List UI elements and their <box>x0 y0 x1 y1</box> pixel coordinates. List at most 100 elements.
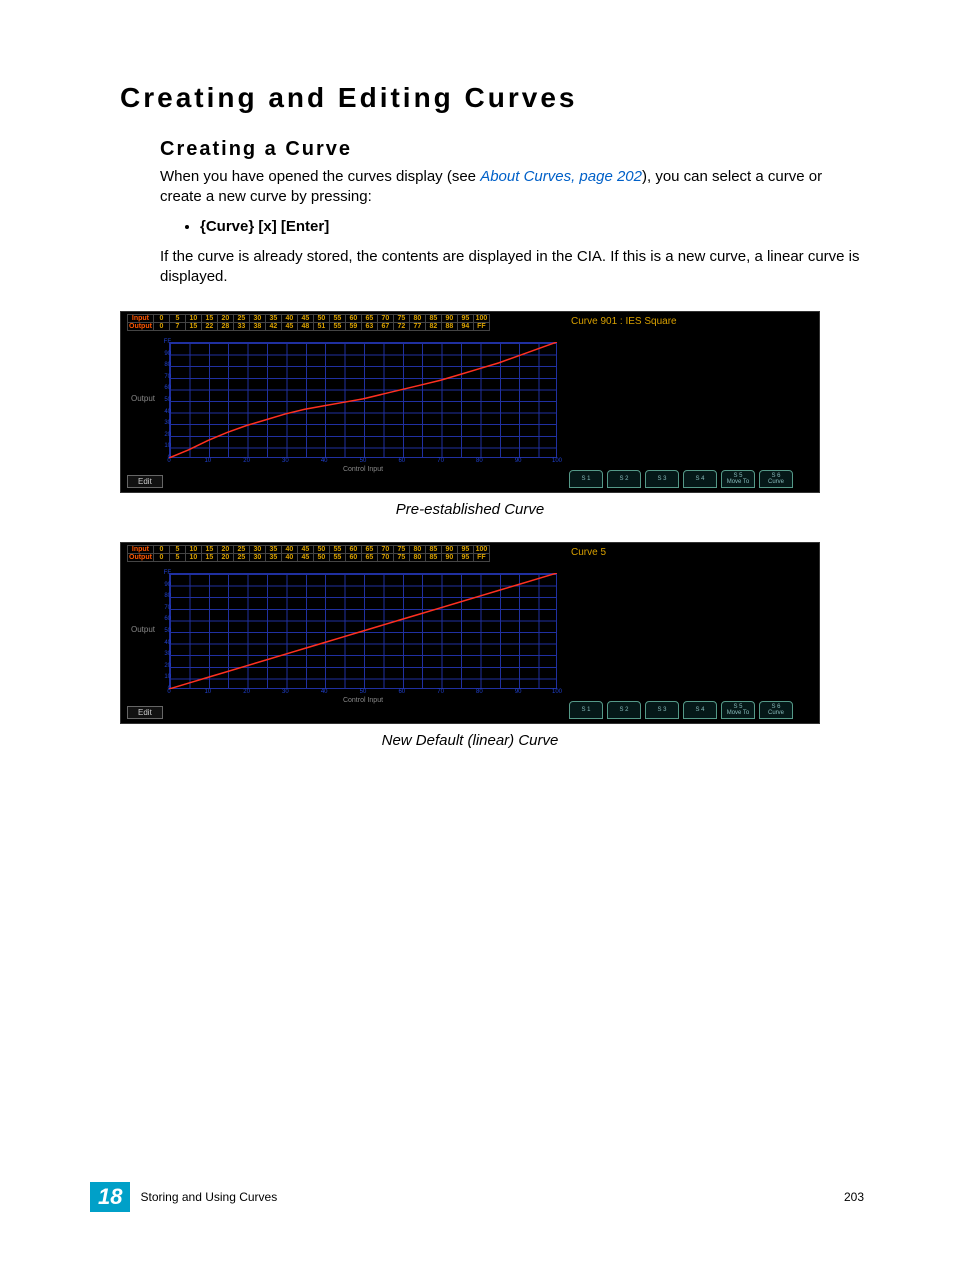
io-cell: 30 <box>249 315 265 323</box>
io-cell: 10 <box>185 546 201 554</box>
softkey[interactable]: S 6Curve <box>759 470 793 488</box>
io-cell: 7 <box>169 323 185 331</box>
io-cell: 30 <box>249 546 265 554</box>
io-cell: 0 <box>153 323 169 331</box>
io-cell: 88 <box>441 323 457 331</box>
io-cell: 90 <box>441 554 457 562</box>
figure-linear-curve: Input05101520253035404550556065707580859… <box>120 542 820 724</box>
row-output-label: Output <box>128 323 154 331</box>
edit-button[interactable]: Edit <box>127 706 163 719</box>
io-cell: 22 <box>201 323 217 331</box>
io-cell: 90 <box>441 546 457 554</box>
y-axis: FF9080706050403020100 <box>161 342 171 458</box>
curve-grid <box>169 573 557 689</box>
io-cell: 80 <box>409 315 425 323</box>
io-cell: 95 <box>457 546 473 554</box>
section-title: Creating a Curve <box>160 138 864 161</box>
io-table: Input05101520253035404550556065707580859… <box>127 314 490 331</box>
io-cell: 45 <box>297 546 313 554</box>
row-input-label: Input <box>128 546 154 554</box>
curve-grid <box>169 342 557 458</box>
io-cell: 55 <box>329 323 345 331</box>
io-cell: 95 <box>457 554 473 562</box>
io-cell: 50 <box>313 546 329 554</box>
io-cell: 35 <box>265 546 281 554</box>
io-cell: 94 <box>457 323 473 331</box>
io-cell: 15 <box>185 323 201 331</box>
io-cell: 20 <box>217 554 233 562</box>
command-bullet: {Curve} [x] [Enter] <box>200 218 864 235</box>
row-output-label: Output <box>128 554 154 562</box>
io-cell: 75 <box>393 554 409 562</box>
io-cell: 85 <box>425 554 441 562</box>
io-cell: FF <box>473 323 489 331</box>
io-cell: 25 <box>233 554 249 562</box>
io-cell: 5 <box>169 315 185 323</box>
io-cell: 25 <box>233 546 249 554</box>
io-cell: 90 <box>441 315 457 323</box>
io-cell: 70 <box>377 546 393 554</box>
io-cell: 15 <box>201 546 217 554</box>
io-cell: 10 <box>185 315 201 323</box>
io-cell: 70 <box>377 554 393 562</box>
io-cell: 65 <box>361 546 377 554</box>
io-cell: 5 <box>169 546 185 554</box>
about-curves-link[interactable]: About Curves, page 202 <box>480 168 642 185</box>
softkey[interactable]: S 2 <box>607 470 641 488</box>
softkey[interactable]: S 4 <box>683 470 717 488</box>
io-cell: 35 <box>265 554 281 562</box>
io-cell: 70 <box>377 315 393 323</box>
io-cell: 67 <box>377 323 393 331</box>
io-cell: 38 <box>249 323 265 331</box>
y-axis: FF9080706050403020100 <box>161 573 171 689</box>
io-cell: 72 <box>393 323 409 331</box>
io-cell: 60 <box>345 315 361 323</box>
io-cell: 42 <box>265 323 281 331</box>
intro-pre: When you have opened the curves display … <box>160 168 480 185</box>
softkeys: S 1S 2S 3S 4S 5Move ToS 6Curve <box>569 701 793 719</box>
softkey[interactable]: S 1 <box>569 701 603 719</box>
softkey[interactable]: S 5Move To <box>721 701 755 719</box>
command-text: {Curve} [x] [Enter] <box>200 218 329 235</box>
io-cell: 55 <box>329 554 345 562</box>
io-cell: 63 <box>361 323 377 331</box>
io-cell: 50 <box>313 554 329 562</box>
io-cell: 25 <box>233 315 249 323</box>
io-cell: 75 <box>393 315 409 323</box>
io-cell: FF <box>473 554 489 562</box>
softkey[interactable]: S 1 <box>569 470 603 488</box>
io-cell: 55 <box>329 546 345 554</box>
io-cell: 82 <box>425 323 441 331</box>
io-cell: 20 <box>217 546 233 554</box>
io-cell: 40 <box>281 554 297 562</box>
softkey[interactable]: S 3 <box>645 470 679 488</box>
io-cell: 15 <box>201 554 217 562</box>
io-table: Input05101520253035404550556065707580859… <box>127 545 490 562</box>
io-cell: 60 <box>345 554 361 562</box>
io-cell: 5 <box>169 554 185 562</box>
figure2-caption: New Default (linear) Curve <box>90 732 850 749</box>
softkey[interactable]: S 3 <box>645 701 679 719</box>
io-cell: 100 <box>473 315 489 323</box>
figure1-caption: Pre-established Curve <box>90 501 850 518</box>
softkey[interactable]: S 5Move To <box>721 470 755 488</box>
io-cell: 40 <box>281 315 297 323</box>
io-cell: 55 <box>329 315 345 323</box>
io-cell: 75 <box>393 546 409 554</box>
edit-button[interactable]: Edit <box>127 475 163 488</box>
io-cell: 80 <box>409 546 425 554</box>
softkey[interactable]: S 4 <box>683 701 717 719</box>
io-cell: 35 <box>265 315 281 323</box>
io-cell: 28 <box>217 323 233 331</box>
output-axis-label: Output <box>131 625 155 634</box>
softkey[interactable]: S 2 <box>607 701 641 719</box>
io-cell: 0 <box>153 315 169 323</box>
page-footer: 18 Storing and Using Curves 203 <box>90 1182 864 1212</box>
io-cell: 59 <box>345 323 361 331</box>
softkey[interactable]: S 6Curve <box>759 701 793 719</box>
io-cell: 51 <box>313 323 329 331</box>
io-cell: 48 <box>297 323 313 331</box>
figure-preestablished-curve: Input05101520253035404550556065707580859… <box>120 311 820 493</box>
io-cell: 45 <box>297 315 313 323</box>
para2: If the curve is already stored, the cont… <box>160 247 864 288</box>
